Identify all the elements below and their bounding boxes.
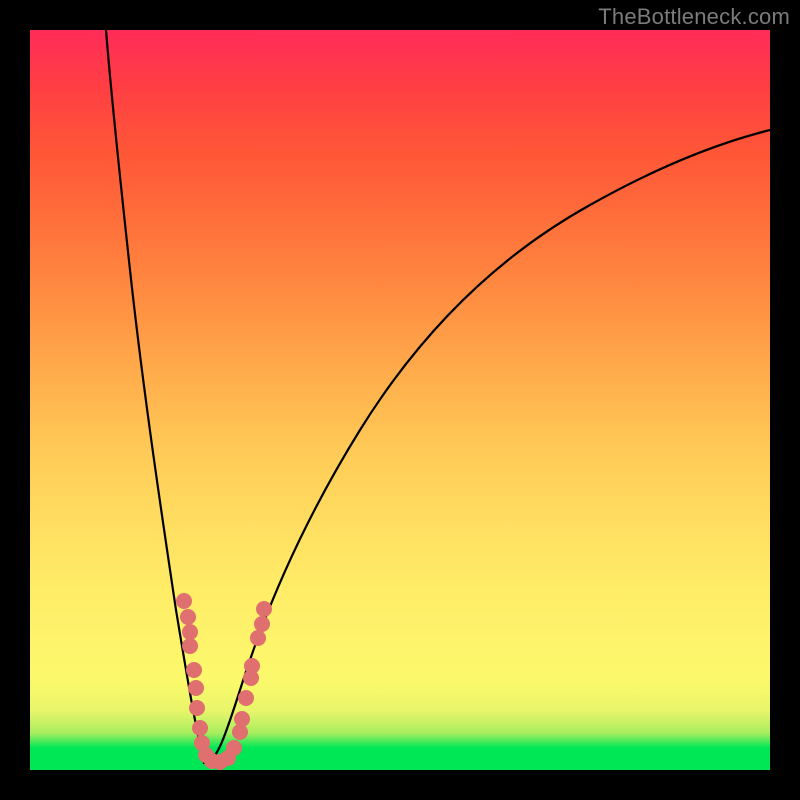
data-point: [232, 724, 248, 740]
data-point: [226, 740, 242, 756]
plot-area: [30, 30, 770, 770]
data-point: [244, 658, 260, 674]
watermark-label: TheBottleneck.com: [598, 4, 790, 30]
data-point: [254, 616, 270, 632]
data-point: [182, 624, 198, 640]
curve-left: [106, 30, 204, 763]
data-point: [180, 609, 196, 625]
data-point: [256, 601, 272, 617]
data-point: [220, 750, 236, 766]
data-point: [204, 753, 220, 769]
data-points: [176, 593, 272, 770]
data-point: [188, 680, 204, 696]
data-point: [243, 670, 259, 686]
data-point: [182, 638, 198, 654]
data-point: [234, 711, 250, 727]
data-point: [212, 754, 228, 770]
data-point: [238, 690, 254, 706]
data-point: [250, 630, 266, 646]
chart-root: TheBottleneck.com: [0, 0, 800, 800]
data-point: [189, 700, 205, 716]
curve-layer: [30, 30, 770, 770]
data-point: [176, 593, 192, 609]
data-point: [198, 747, 214, 763]
data-point: [186, 662, 202, 678]
curve-right: [204, 130, 770, 763]
data-point: [194, 735, 210, 751]
data-point: [192, 720, 208, 736]
